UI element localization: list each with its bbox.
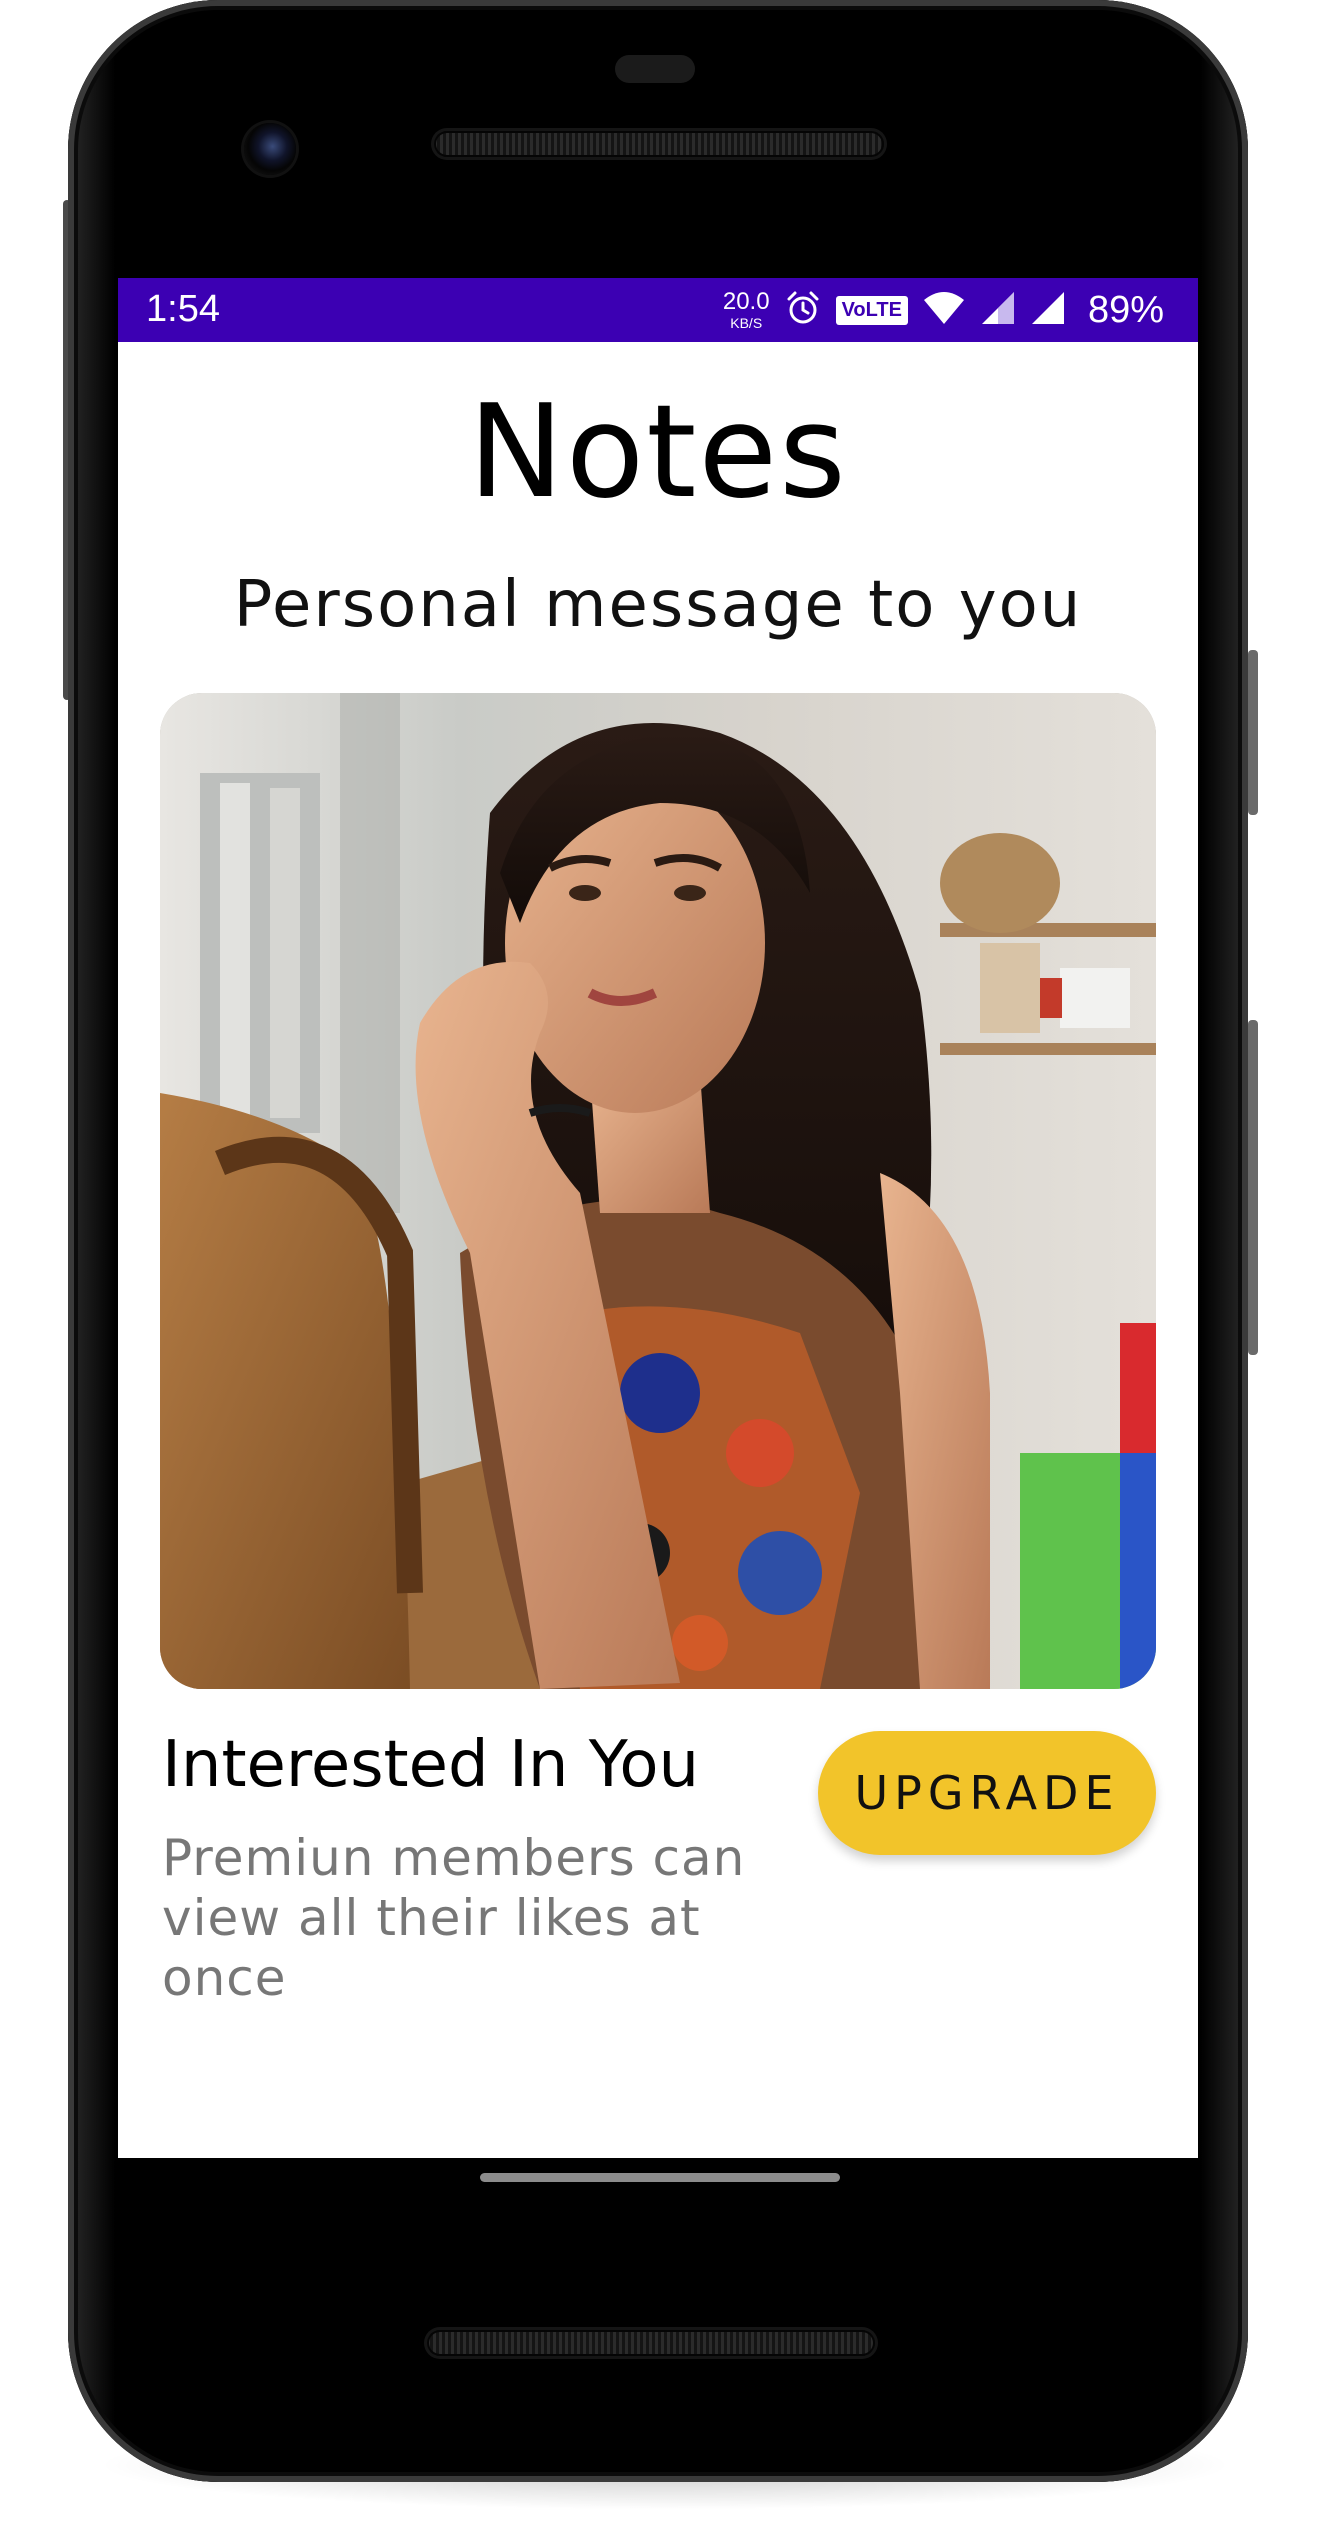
status-time: 1:54 [146, 288, 220, 330]
device-mockup: 1:54 20.0 KB/S VoLTE 89% Notes Personal … [0, 0, 1330, 2532]
volume-button [1248, 1020, 1258, 1355]
status-icons: 20.0 KB/S VoLTE 89% [723, 286, 1164, 334]
status-bar: 1:54 20.0 KB/S VoLTE 89% [118, 278, 1198, 342]
profile-photo[interactable] [160, 693, 1156, 1689]
power-button [1248, 650, 1258, 815]
signal-full-icon [1030, 290, 1066, 330]
card-description: Premiun members can view all their likes… [162, 1829, 746, 2007]
alarm-icon [784, 289, 822, 331]
volte-icon: VoLTE [835, 295, 908, 325]
photo-illustration [160, 693, 1156, 1689]
network-speed-unit: KB/S [730, 315, 763, 331]
signal-icon [980, 290, 1016, 330]
top-speaker-grille [434, 131, 884, 157]
bottom-speaker-grille [427, 2330, 875, 2356]
battery-percent: 89% [1087, 288, 1164, 331]
page-subtitle: Personal message to you [233, 568, 1083, 642]
network-speed: 20.0 KB/S [722, 288, 770, 331]
page-title: Notes [468, 378, 848, 527]
wifi-icon [922, 290, 966, 330]
earpiece-slot [615, 55, 695, 83]
network-speed-value: 20.0 [722, 288, 770, 315]
upgrade-button[interactable]: UPGRADE [818, 1731, 1156, 1855]
front-camera-icon [244, 123, 296, 175]
gesture-nav-pill[interactable] [480, 2173, 840, 2182]
app-screen: 1:54 20.0 KB/S VoLTE 89% Notes Personal … [118, 278, 1198, 2158]
card-title: Interested In You [162, 1728, 700, 1802]
